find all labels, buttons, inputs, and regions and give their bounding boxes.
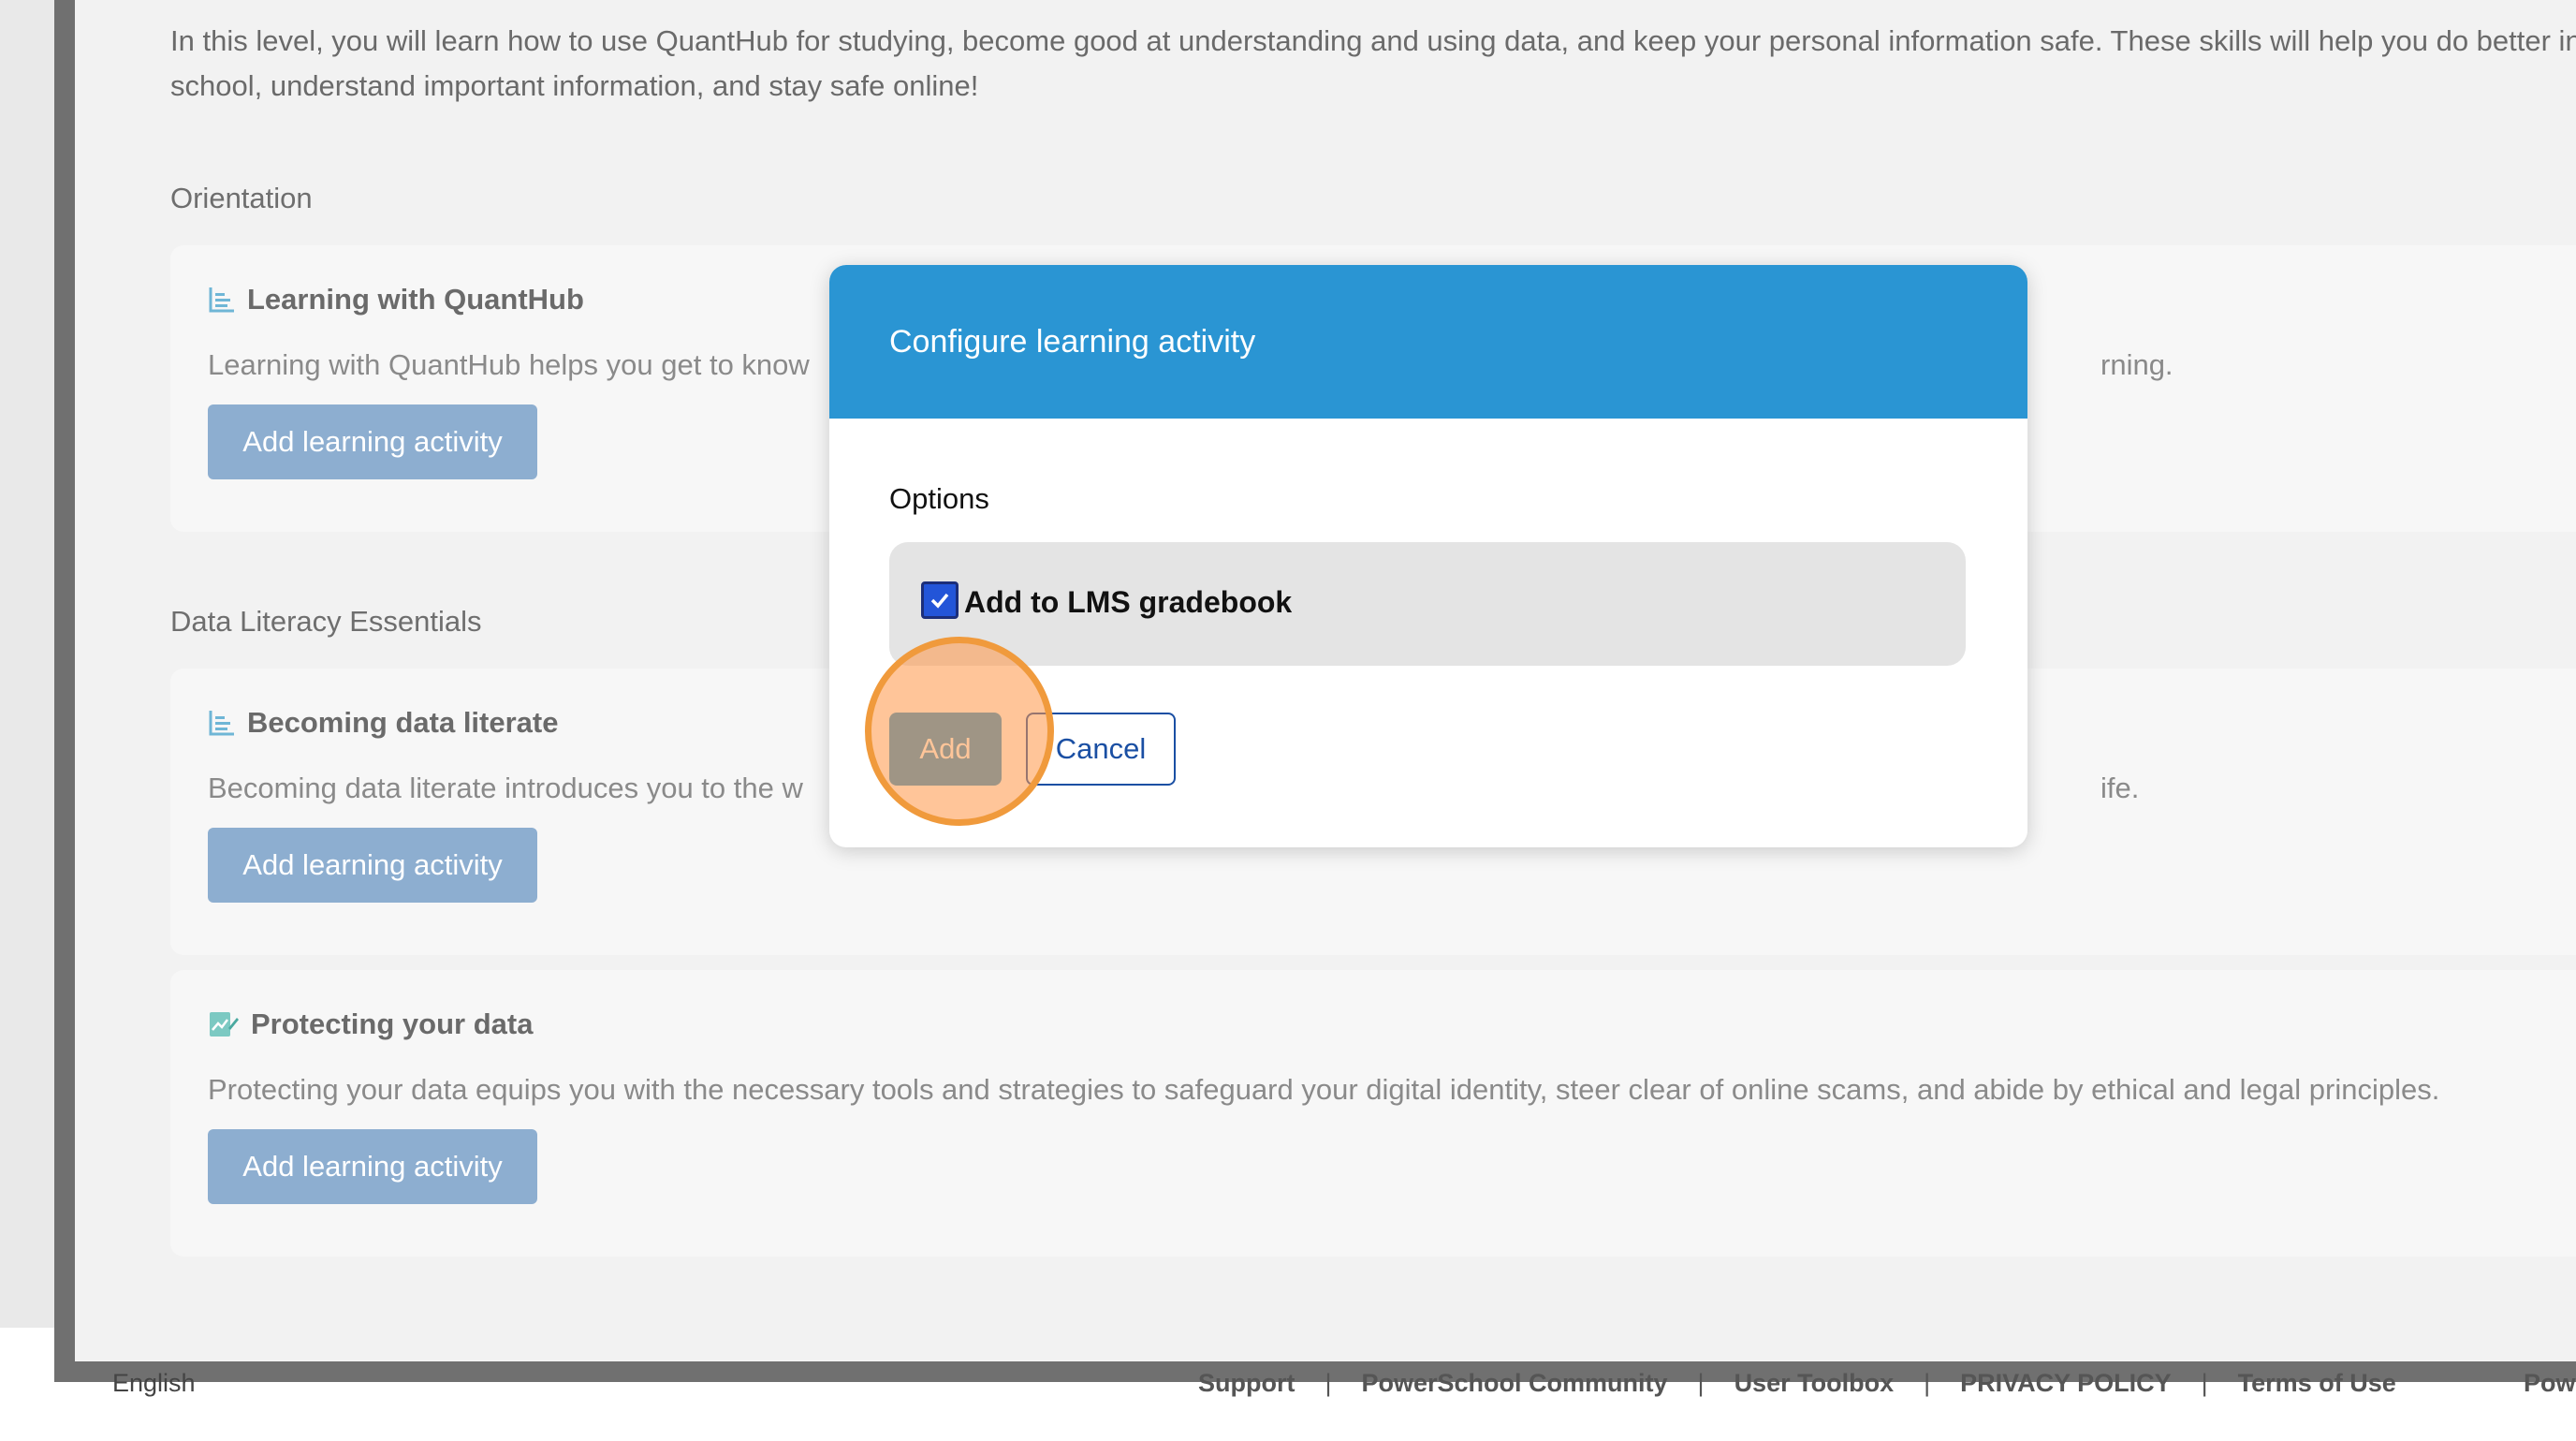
card-description-tail: rning.	[2100, 348, 2174, 381]
footer-links: Support | PowerSchool Community | User T…	[1198, 1369, 2396, 1398]
page-left-strip	[0, 0, 54, 1328]
footer-powered-by: Pow	[2524, 1369, 2576, 1397]
card-title: Learning with QuantHub	[208, 283, 584, 316]
add-learning-activity-button[interactable]: Add learning activity	[208, 404, 537, 479]
add-learning-activity-button[interactable]: Add learning activity	[208, 828, 537, 903]
gradebook-checkbox[interactable]	[921, 581, 959, 619]
activity-card-protecting-your-data: Protecting your data Protecting your dat…	[170, 970, 2576, 1257]
footer-link-support[interactable]: Support	[1198, 1369, 1295, 1398]
section-heading-data-literacy: Data Literacy Essentials	[170, 605, 482, 638]
card-title: Protecting your data	[208, 1007, 533, 1041]
chart-icon	[208, 286, 236, 314]
card-description: Becoming data literate introduces you to…	[208, 772, 803, 804]
footer-link-terms-of-use[interactable]: Terms of Use	[2238, 1369, 2396, 1398]
footer-link-community[interactable]: PowerSchool Community	[1362, 1369, 1668, 1398]
footer-link-user-toolbox[interactable]: User Toolbox	[1734, 1369, 1895, 1398]
chart-icon	[208, 709, 236, 737]
language-selector[interactable]: English	[112, 1369, 196, 1398]
card-description-tail: ife.	[2100, 772, 2140, 804]
gradebook-option[interactable]: Add to LMS gradebook	[889, 542, 1966, 666]
footer-separator: |	[1697, 1369, 1705, 1397]
add-learning-activity-button[interactable]: Add learning activity	[208, 1129, 537, 1204]
options-label: Options	[889, 482, 989, 515]
dialog-add-button[interactable]: Add	[889, 713, 1002, 786]
card-title: Becoming data literate	[208, 706, 558, 740]
footer-link-privacy-policy[interactable]: PRIVACY POLICY	[1960, 1369, 2172, 1398]
level-intro-text: In this level, you will learn how to use…	[170, 24, 2576, 102]
footer-separator: |	[1924, 1369, 1931, 1397]
footer-separator: |	[2201, 1369, 2208, 1397]
dialog-title: Configure learning activity	[829, 265, 2027, 419]
edit-chart-icon	[208, 1009, 240, 1039]
checkmark-icon	[930, 593, 949, 609]
dialog-cancel-button[interactable]: Cancel	[1026, 713, 1176, 786]
footer-separator: |	[1325, 1369, 1332, 1397]
section-heading-orientation: Orientation	[170, 182, 313, 214]
configure-activity-dialog: Configure learning activity Options Add …	[829, 265, 2027, 847]
card-description: Protecting your data equips you with the…	[208, 1073, 2440, 1106]
gradebook-option-label: Add to LMS gradebook	[964, 585, 1293, 619]
frame-left-border	[54, 0, 75, 1382]
card-description: Learning with QuantHub helps you get to …	[208, 348, 810, 381]
